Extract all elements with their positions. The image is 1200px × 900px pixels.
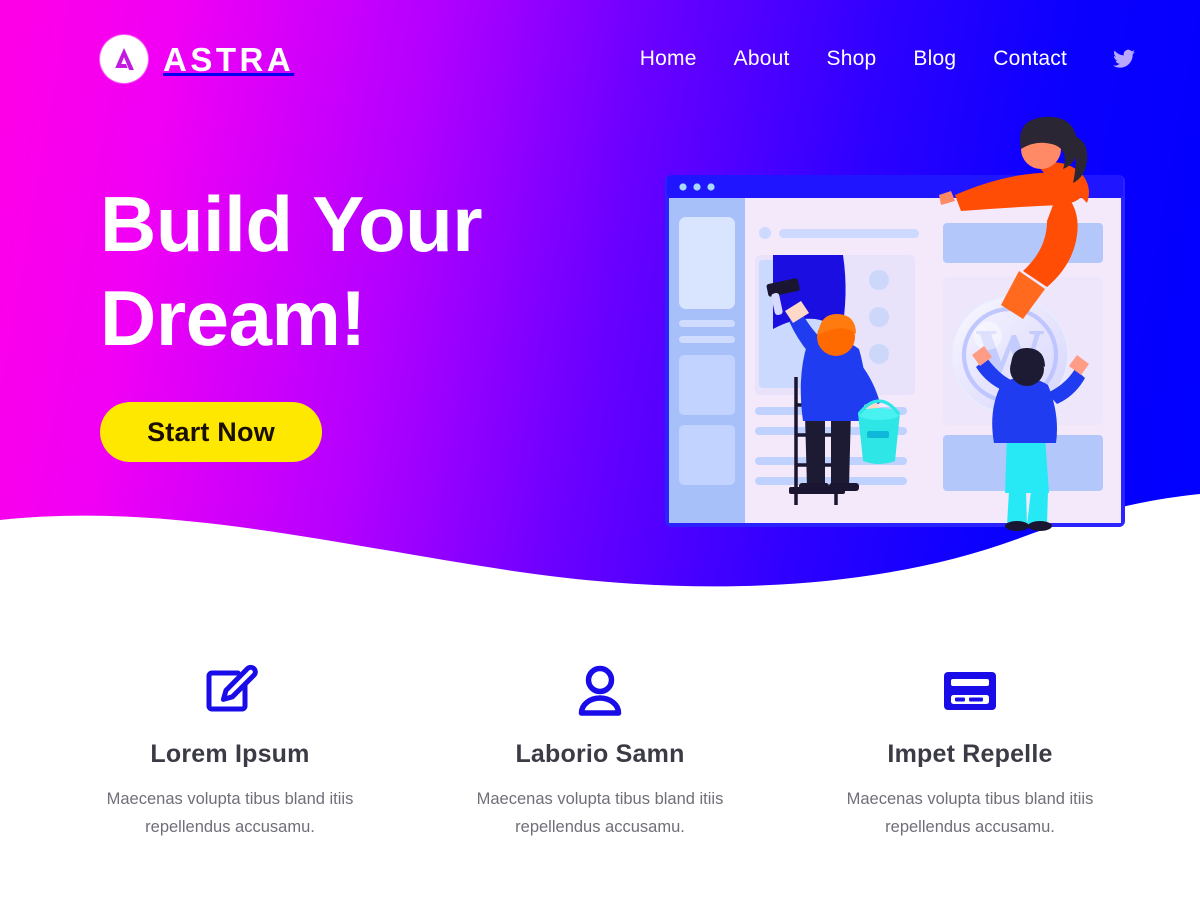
feature-title: Laborio Samn: [515, 740, 685, 768]
credit-card-icon: [941, 660, 999, 722]
feature-card-impet-repelle: Impet Repelle Maecenas volupta tibus bla…: [785, 660, 1155, 841]
feature-card-laborio-samn: Laborio Samn Maecenas volupta tibus blan…: [415, 660, 785, 841]
astra-a-glyph: [115, 48, 134, 70]
user-person-glyph: [578, 665, 622, 716]
feature-title: Lorem Ipsum: [150, 740, 310, 768]
edit-pencil-glyph: [206, 664, 258, 712]
edit-pencil-icon: [202, 660, 258, 722]
nav-item-blog[interactable]: Blog: [913, 47, 956, 71]
main-navigation: Home About Shop Blog Contact: [640, 47, 1138, 71]
hero-copy: Build Your Dream! Start Now: [100, 178, 483, 463]
paint-bucket: [857, 399, 901, 464]
nav-item-about[interactable]: About: [734, 47, 790, 71]
feature-card-lorem-ipsum: Lorem Ipsum Maecenas volupta tibus bland…: [45, 660, 415, 841]
page-root: W Build Your Dream! Start Now ASTRA Home…: [0, 0, 1200, 900]
start-now-button[interactable]: Start Now: [100, 402, 322, 463]
hero-title-line-2: Dream!: [100, 273, 366, 362]
user-person-icon: [575, 660, 625, 722]
hero-illustration: W: [655, 105, 1135, 535]
brand-logo[interactable]: ASTRA: [100, 35, 294, 83]
credit-card-glyph: [944, 672, 996, 710]
nav-item-shop[interactable]: Shop: [827, 47, 877, 71]
hero-title-line-1: Build Your: [100, 180, 483, 268]
page-title: Build Your Dream!: [100, 178, 483, 365]
twitter-bird-glyph: [1113, 49, 1135, 68]
brand-name: ASTRA: [163, 40, 295, 78]
website-building-illustration-svg: W: [665, 116, 1125, 531]
nav-item-home[interactable]: Home: [640, 47, 697, 71]
feature-description: Maecenas volupta tibus bland itiis repel…: [106, 790, 354, 837]
astra-a-logo-icon: [100, 35, 148, 83]
feature-description: Maecenas volupta tibus bland itiis repel…: [476, 790, 724, 837]
site-header: ASTRA Home About Shop Blog Contact: [0, 0, 1200, 118]
features-section: Lorem Ipsum Maecenas volupta tibus bland…: [0, 660, 1200, 900]
feature-description: Maecenas volupta tibus bland itiis repel…: [846, 790, 1094, 837]
feature-title: Impet Repelle: [887, 740, 1053, 768]
twitter-bird-icon[interactable]: [1110, 47, 1138, 71]
nav-item-contact[interactable]: Contact: [993, 47, 1067, 71]
